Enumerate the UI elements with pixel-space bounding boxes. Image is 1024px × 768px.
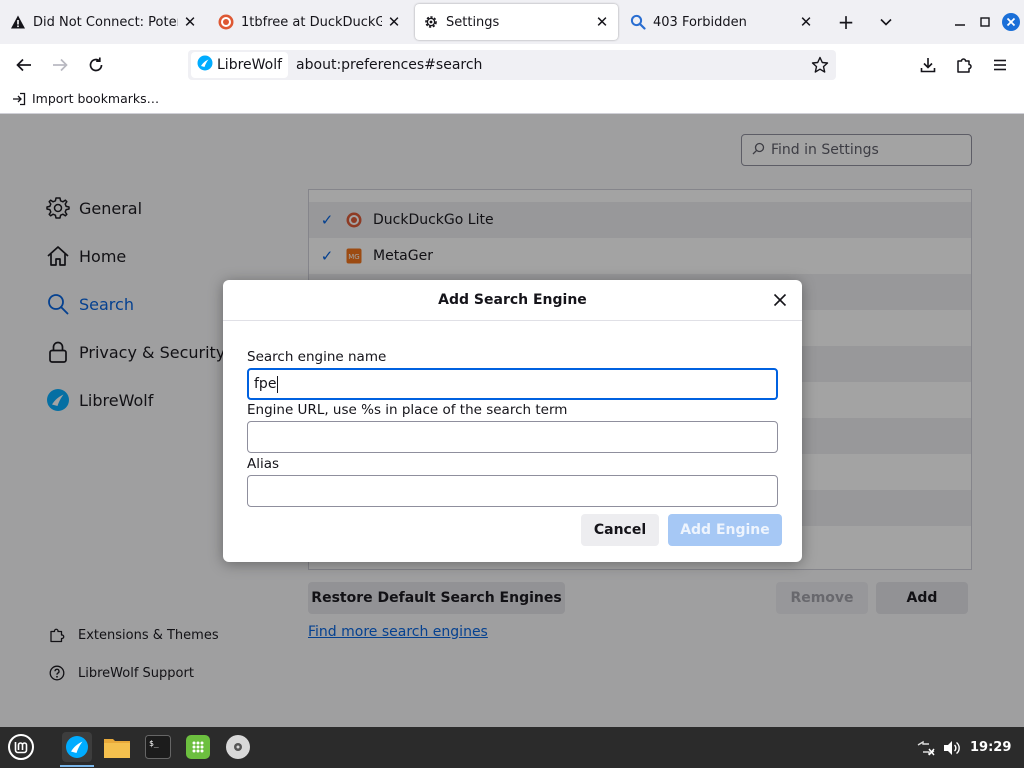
cancel-button[interactable]: Cancel	[581, 514, 659, 546]
tab-bar: Did Not Connect: Potent ✕ 1tbfree at Duc…	[0, 0, 1024, 44]
dialog-title: Add Search Engine	[438, 292, 587, 308]
close-icon[interactable]	[770, 290, 790, 310]
dialog-separator	[223, 320, 802, 321]
hamburger-menu-icon[interactable]	[988, 53, 1012, 77]
engine-name-input[interactable]: fpe	[247, 368, 778, 400]
maximize-icon[interactable]	[975, 12, 995, 32]
tab-title: Did Not Connect: Potent	[33, 14, 178, 30]
url-text[interactable]: about:preferences#search	[296, 57, 482, 73]
calculator-icon[interactable]	[183, 732, 213, 762]
minimize-icon[interactable]	[950, 12, 970, 32]
import-bookmarks-label: Import bookmarks…	[32, 91, 160, 106]
gear-icon	[423, 14, 439, 30]
librewolf-icon	[197, 55, 213, 75]
clock[interactable]: 19:29	[970, 740, 1011, 755]
new-tab-icon[interactable]: +	[834, 10, 858, 34]
identity-label: LibreWolf	[217, 57, 283, 73]
warning-icon	[10, 14, 26, 30]
add-engine-dialog-button[interactable]: Add Engine	[668, 514, 782, 546]
librewolf-icon[interactable]	[60, 732, 94, 767]
svg-text:$_: $_	[149, 739, 159, 748]
close-tab-icon[interactable]: ✕	[182, 13, 198, 31]
close-window-icon[interactable]	[1000, 11, 1022, 33]
close-tab-icon[interactable]: ✕	[798, 13, 814, 31]
engine-name-value: fpe	[254, 376, 277, 392]
taskbar: $_ 19:29	[0, 727, 1024, 768]
tab-title: Settings	[446, 14, 500, 30]
files-icon[interactable]	[102, 732, 132, 762]
tab-did-not-connect[interactable]: Did Not Connect: Potent ✕	[2, 4, 206, 40]
tab-duckduckgo[interactable]: 1tbfree at DuckDuckGo ✕	[210, 4, 410, 40]
volume-icon[interactable]	[942, 727, 962, 768]
text-caret	[277, 375, 279, 393]
search-icon	[630, 14, 646, 30]
tab-settings[interactable]: Settings ✕	[415, 4, 618, 40]
alias-input[interactable]	[247, 475, 778, 507]
extensions-puzzle-icon[interactable]	[952, 53, 976, 77]
tab-403-forbidden[interactable]: 403 Forbidden ✕	[622, 4, 822, 40]
import-bookmarks-button[interactable]: Import bookmarks…	[12, 91, 159, 106]
forward-arrow-icon[interactable]	[48, 53, 72, 77]
terminal-icon[interactable]: $_	[143, 732, 173, 762]
reload-icon[interactable]	[84, 53, 108, 77]
tab-title: 1tbfree at DuckDuckGo	[241, 14, 382, 30]
network-icon[interactable]	[916, 727, 936, 768]
duckduckgo-icon	[218, 14, 234, 30]
close-tab-icon[interactable]: ✕	[594, 13, 610, 31]
import-icon	[12, 92, 26, 106]
disc-icon[interactable]	[223, 732, 253, 762]
bookmarks-toolbar: Import bookmarks…	[0, 86, 1024, 114]
mint-menu-icon[interactable]	[6, 732, 36, 762]
engine-name-label: Search engine name	[247, 349, 387, 365]
add-search-engine-dialog: Add Search Engine Search engine name fpe…	[223, 280, 802, 562]
navigation-toolbar: LibreWolf about:preferences#search	[0, 44, 1024, 86]
bookmark-star-icon[interactable]	[810, 55, 830, 75]
engine-url-input[interactable]	[247, 421, 778, 453]
url-bar[interactable]: LibreWolf about:preferences#search	[188, 50, 836, 80]
close-tab-icon[interactable]: ✕	[386, 13, 402, 31]
identity-box[interactable]: LibreWolf	[191, 52, 289, 78]
tab-title: 403 Forbidden	[653, 14, 747, 30]
tab-list-chevron-icon[interactable]	[874, 10, 898, 34]
engine-url-label: Engine URL, use %s in place of the searc…	[247, 402, 568, 418]
back-arrow-icon[interactable]	[12, 53, 36, 77]
downloads-icon[interactable]	[916, 53, 940, 77]
alias-label: Alias	[247, 456, 280, 472]
